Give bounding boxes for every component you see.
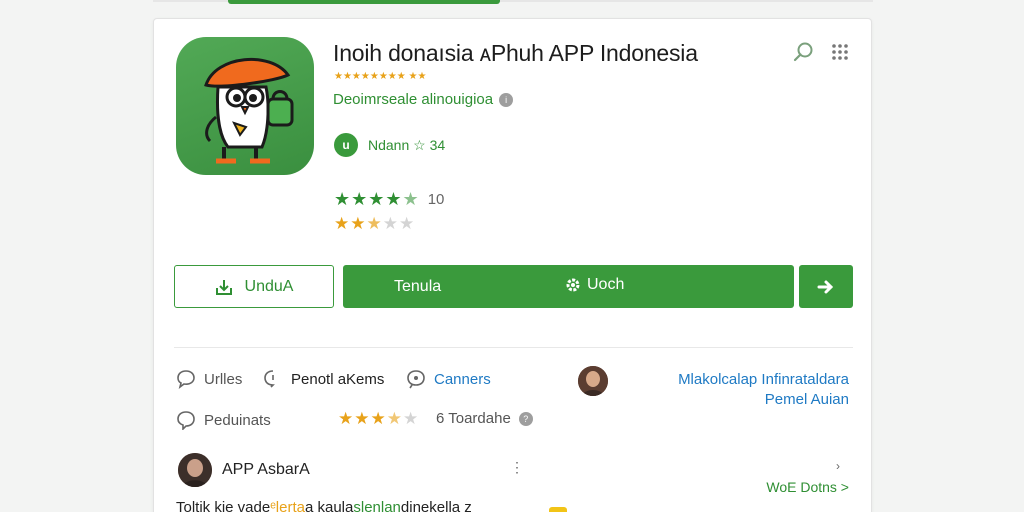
chevron-right-icon[interactable]: › [836, 459, 840, 473]
download-icon [215, 279, 232, 295]
install-label: Tenula [394, 278, 442, 295]
badge-icon: u [334, 133, 358, 157]
download-label: UnduA [244, 277, 294, 295]
app-icon [176, 37, 314, 175]
comment-avatar[interactable] [178, 453, 212, 487]
info-link-line2: Pemel Auian [764, 391, 849, 408]
gear-icon [566, 278, 580, 292]
review-count: 6 Toardahe ? [436, 410, 533, 427]
info-link-line1: Mlakolcalap Infinrataldara [678, 371, 849, 388]
meta-item-canners[interactable]: Canners [406, 369, 491, 389]
content-badge: u Ndann ☆ 34 [334, 133, 445, 157]
review-label-item[interactable]: Peduinats [176, 410, 271, 430]
rating-value: 10 [427, 191, 445, 208]
avatar[interactable] [578, 366, 608, 396]
meta-label-1: Urlles [204, 370, 243, 388]
rating-row: ★★★★★ 10 [334, 189, 444, 210]
meta-item-urlles[interactable]: Urlles [176, 369, 242, 389]
download-button[interactable]: UnduA [174, 265, 334, 308]
meta-label-2: Penotl aKems [291, 370, 385, 388]
top-accent-bar [228, 0, 500, 4]
badge-label: Ndann ☆ 34 [368, 136, 446, 153]
tag-badge [549, 507, 567, 512]
mascot-icon [204, 57, 294, 164]
section-divider [174, 347, 853, 348]
message-icon [407, 370, 425, 389]
chat-icon [177, 370, 195, 389]
search-icon[interactable] [792, 41, 814, 63]
comment-text-4: slenlan [353, 499, 401, 512]
comment-text: Toltik kie vadeᵉlertaa kaulaslenlandinek… [176, 499, 472, 512]
review-label: Peduinats [204, 411, 271, 429]
tag-icon [264, 370, 275, 388]
app-title: Inoih donaısia ᴀPhuh APP Indonesia [333, 40, 698, 66]
comment-text-3: a kaula [304, 499, 354, 512]
comment-text-5: dinekella z [400, 499, 472, 512]
install-button[interactable]: Tenula Uoch [343, 265, 794, 308]
comment-text-2: ᵉlerta [270, 499, 305, 512]
app-detail-card: Inoih donaısia ᴀPhuh APP Indonesia ★★★★★… [153, 18, 872, 512]
comment-icon [177, 411, 195, 430]
secondary-action: Uoch [565, 276, 624, 294]
title-rating: ★★★★★★★★ ★★ [334, 71, 427, 82]
arrow-icon [817, 280, 834, 293]
help-icon[interactable]: ? [518, 411, 533, 426]
comment-text-1: Toltik kie vade [176, 499, 271, 512]
review-stars: ★★★★★ [338, 409, 419, 429]
meta-label-3: Canners [434, 370, 491, 388]
secondary-label: Uoch [587, 276, 625, 293]
review-count-text: 6 Toardahe [436, 410, 511, 427]
avatar-image [578, 366, 608, 396]
info-link[interactable]: Mlakolcalap Infinrataldara Pemel Auian [678, 371, 849, 408]
star-icon: ★★★★★ [338, 409, 420, 428]
meta-item-penotl[interactable]: Penotl aKems [263, 369, 384, 389]
star-rating-green: ★★★★★ [334, 189, 420, 209]
more-grid-icon[interactable] [830, 42, 850, 62]
review-row: Peduinats ★★★★★ 6 Toardahe ? [176, 409, 856, 436]
share-button[interactable] [799, 265, 853, 308]
developer-name: Deoimrseale alinouigioa [333, 91, 494, 108]
avatar-image [178, 453, 212, 487]
star-rating-yellow: ★★★★★ [334, 214, 416, 233]
comment-menu-icon[interactable]: ⋮ [510, 459, 524, 476]
more-reviews-link[interactable]: WoE Dotns > [766, 479, 849, 495]
developer-link[interactable]: Deoimrseale alinouigioa i [333, 91, 514, 108]
comment-author: APP AsbarA [222, 461, 310, 478]
info-icon: i [499, 92, 514, 107]
comment-header: APP AsbarA [178, 453, 310, 487]
